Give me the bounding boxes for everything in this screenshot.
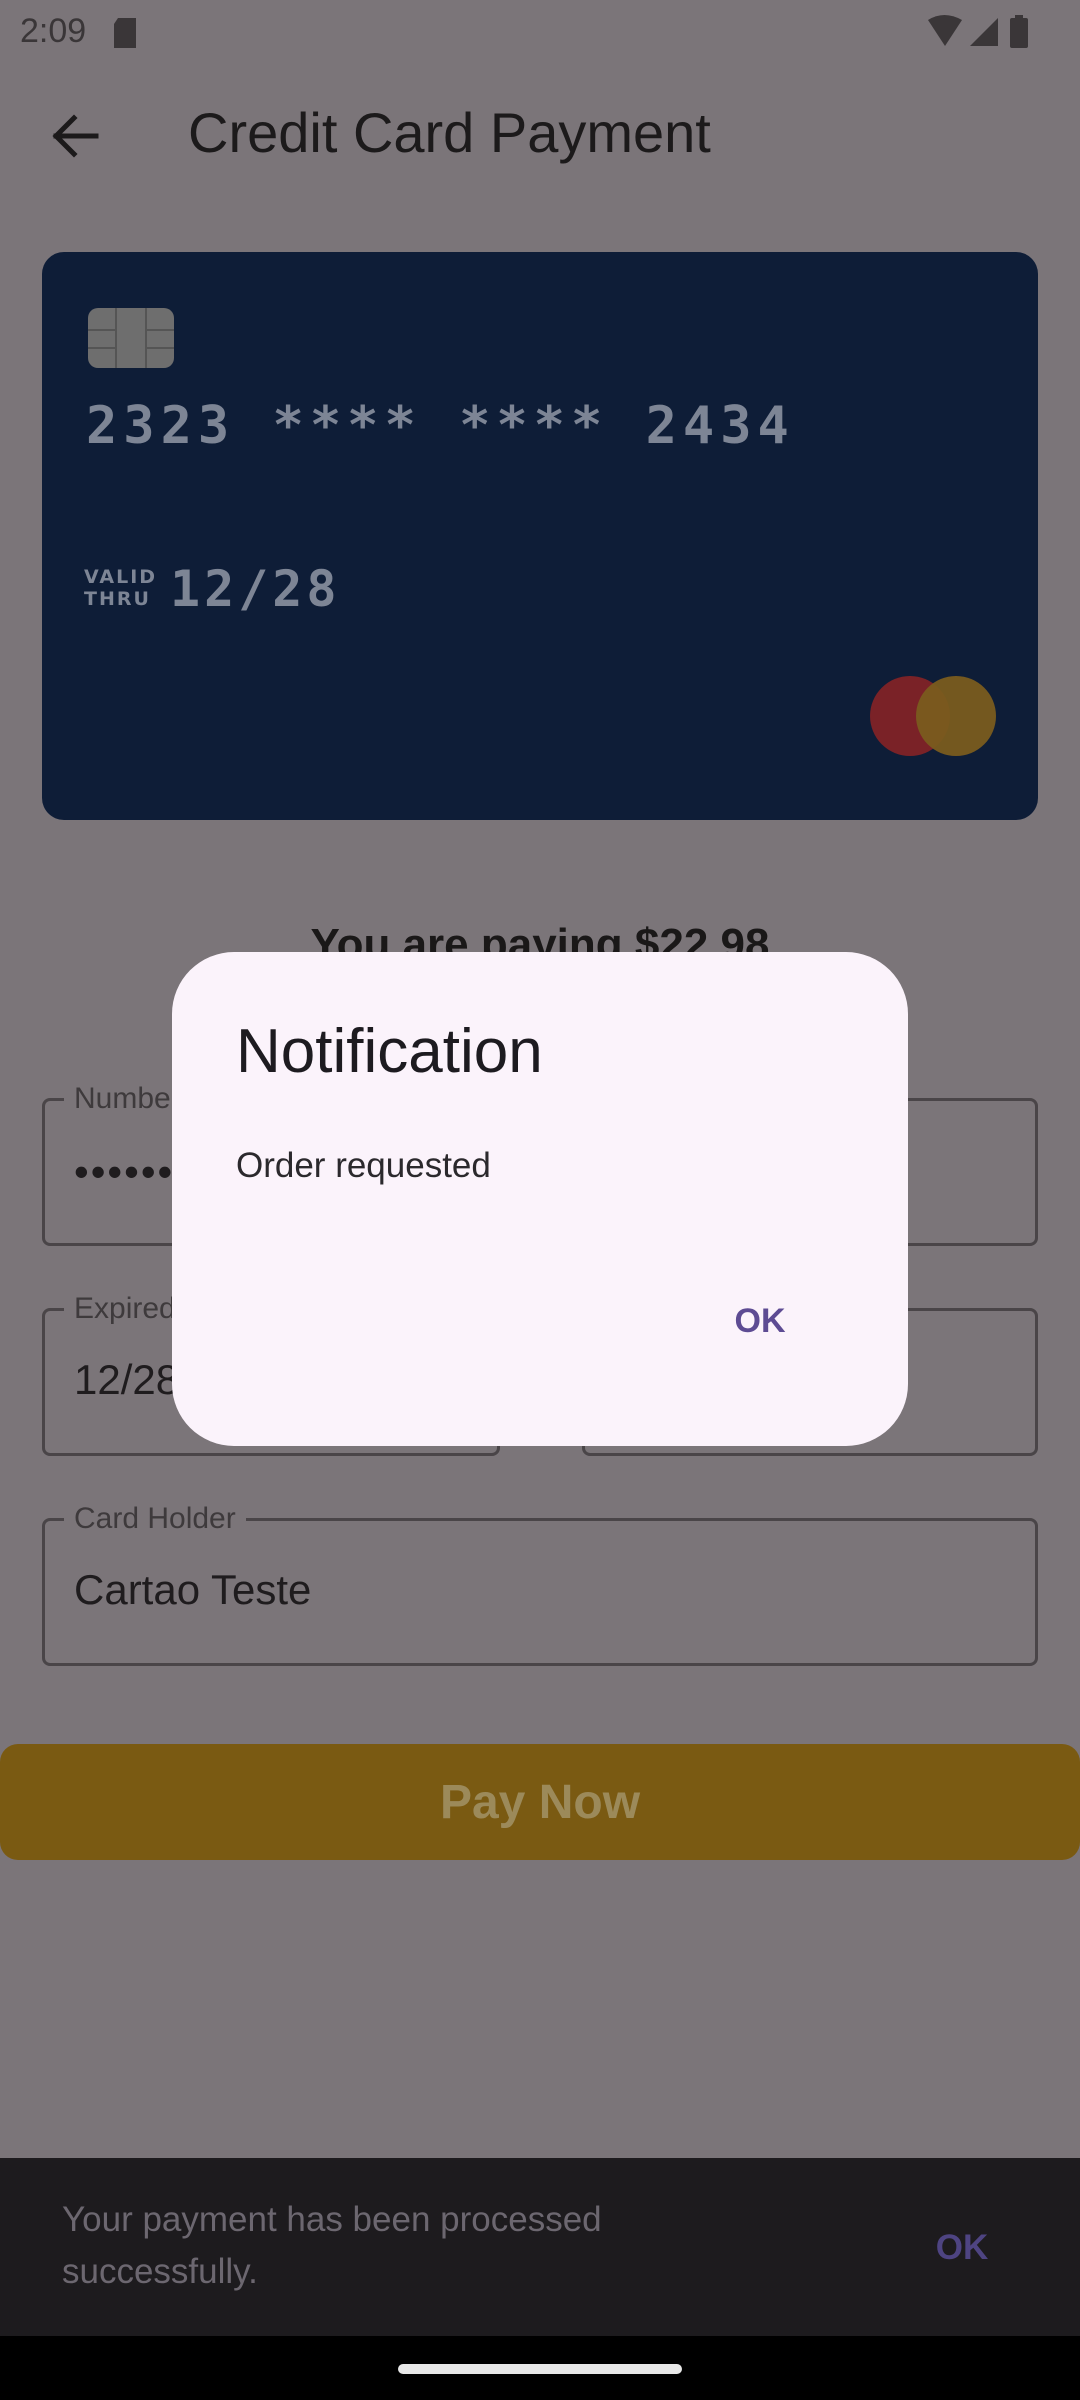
snackbar-ok-button[interactable]: OK bbox=[920, 2218, 1004, 2278]
dialog-ok-button[interactable]: OK bbox=[712, 1290, 808, 1352]
arrow-back-icon bbox=[52, 114, 99, 158]
home-gesture-handle[interactable] bbox=[398, 2364, 682, 2374]
card-expiry: 12/28 bbox=[170, 560, 341, 618]
card-holder-value: Cartao Teste bbox=[74, 1566, 312, 1613]
valid-thru-label: VALID THRU bbox=[84, 566, 158, 610]
card-number: 2323 **** **** 2434 bbox=[86, 396, 795, 456]
expired-value: 12/28 bbox=[74, 1356, 180, 1403]
card-chip-icon bbox=[88, 308, 174, 368]
mastercard-icon-overlap bbox=[916, 676, 996, 756]
card-number-value: •••••• bbox=[74, 1148, 175, 1195]
wifi-icon bbox=[928, 15, 962, 46]
dialog-title: Notification bbox=[236, 1017, 543, 1086]
status-time: 2:09 bbox=[20, 12, 87, 50]
expired-label: Expired bbox=[64, 1292, 186, 1326]
snackbar-message: Your payment has been processed successf… bbox=[62, 2200, 602, 2291]
pay-now-label: Pay Now bbox=[439, 1775, 641, 1829]
status-icons bbox=[928, 15, 1028, 48]
back-button[interactable] bbox=[30, 100, 120, 172]
dialog-message: Order requested bbox=[236, 1146, 491, 1185]
pay-now-button[interactable]: Pay Now bbox=[0, 1744, 1080, 1860]
battery-icon bbox=[1010, 18, 1028, 48]
page-title: Credit Card Payment bbox=[188, 101, 711, 164]
card-holder-label: Card Holder bbox=[64, 1502, 246, 1536]
sd-card-icon bbox=[114, 18, 136, 48]
signal-icon bbox=[970, 18, 998, 46]
